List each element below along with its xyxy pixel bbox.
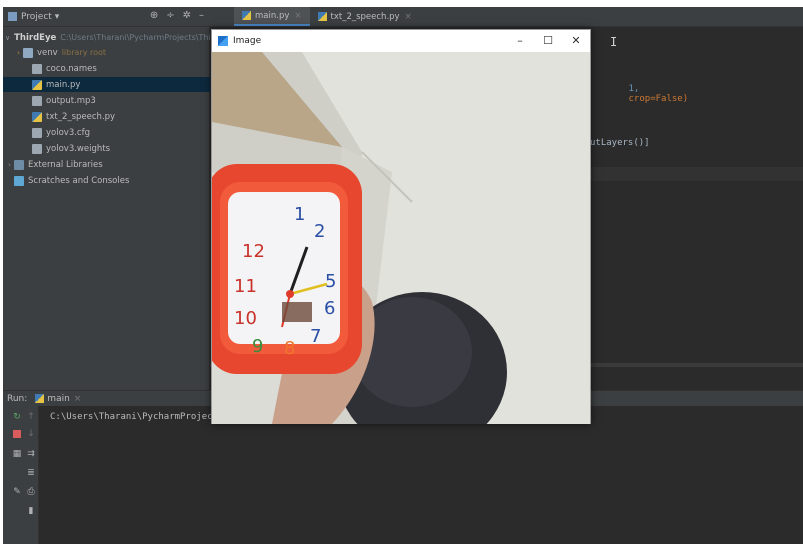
tab-txt-2-speech[interactable]: txt_2_speech.py × [310,7,420,26]
maximize-button[interactable]: ☐ [538,33,558,49]
tab-label: txt_2_speech.py [330,11,400,22]
print-icon[interactable]: ⎙ [26,487,36,497]
tree-item-label: venv [37,47,58,58]
tree-item-label: Scratches and Consoles [28,175,130,186]
tree-item-label: yolov3.cfg [46,127,90,138]
clock-numeral: 10 [234,308,257,329]
soft-wrap-icon[interactable]: ⇉ [26,449,36,459]
collapse-icon[interactable]: ÷ [166,10,174,21]
tree-item-output-mp3[interactable]: output.mp3 [3,93,210,108]
tree-item-main-py[interactable]: main.py [3,77,210,92]
clock-numeral: 12 [242,241,265,262]
text-caret: I [610,35,618,49]
python-file-icon [242,11,251,20]
delete-icon[interactable]: ▮ [26,506,36,516]
console-output-line: C:\Users\Tharani\PycharmProjects\T [50,412,235,422]
scratch-icon [14,175,24,186]
pin-icon[interactable]: ✎ [12,487,22,497]
minimize-button[interactable]: – [510,33,530,49]
file-icon [32,143,42,154]
library-icon [14,159,24,170]
folder-icon [23,47,33,58]
window-app-icon [218,36,228,46]
project-panel-tools: ⊕ ÷ ✲ – [150,10,204,21]
tree-item-label: ThirdEye [14,32,57,43]
chevron-down-icon[interactable]: ▾ [55,12,60,22]
window-titlebar[interactable]: Image – ☐ ✕ [212,30,590,52]
project-panel-header: Project ▾ ⊕ ÷ ✲ – [3,7,210,27]
file-icon [32,63,42,74]
code-line-fragment: utLayers()] [590,138,650,148]
project-path: C:\Users\Tharani\PycharmProjects\ThirdEy… [60,33,210,42]
tree-item-label: main.py [46,79,81,90]
layout-icon[interactable]: ▦ [12,449,22,459]
editor-tab-bar: main.py × txt_2_speech.py × [210,7,803,27]
run-label: Run: [7,393,28,404]
tree-item-yolov3-weights[interactable]: yolov3.weights [3,141,210,156]
code-line-fragment: 1, crop=False) [628,84,689,104]
stop-icon[interactable] [12,429,22,439]
rerun-icon[interactable]: ↻ [12,412,22,422]
image-window[interactable]: Image – ☐ ✕ 1 2 5 6 7 12 11 10 9 8 [211,29,591,424]
clock-numeral: 7 [310,326,321,347]
window-title: Image [233,36,262,46]
clock-numeral: 2 [314,221,325,242]
tree-item-external-libraries[interactable]: › External Libraries [3,157,210,172]
tree-item-label: External Libraries [28,159,103,170]
up-icon[interactable]: ↑ [26,412,36,422]
chevron-right-icon[interactable]: › [5,161,14,169]
file-icon [32,95,42,106]
project-tree: ∨ ThirdEye C:\Users\Tharani\PycharmProje… [3,27,210,390]
webcam-image: 1 2 5 6 7 12 11 10 9 8 [212,52,590,424]
tree-item-label: output.mp3 [46,95,96,106]
tree-item-yolov3-cfg[interactable]: yolov3.cfg [3,125,210,140]
gear-icon[interactable]: ✲ [183,10,191,21]
close-button[interactable]: ✕ [566,33,586,49]
library-root-label: library root [61,48,107,57]
project-panel-title[interactable]: Project [21,12,52,22]
clock-numeral: 1 [294,204,305,225]
tree-item-label: coco.names [46,63,97,74]
run-toolbar: ↻ ↑ ↓ ▦ ⇉ ≣ ✎ ⎙ ▮ [3,406,39,544]
chevron-down-icon[interactable]: ∨ [5,34,10,42]
clock-numeral: 8 [284,338,295,359]
python-file-icon [32,111,42,122]
locate-icon[interactable]: ⊕ [150,10,158,21]
tree-item-coco-names[interactable]: coco.names [3,61,210,76]
tree-item-thirdeye[interactable]: ∨ ThirdEye C:\Users\Tharani\PycharmProje… [3,30,210,45]
tree-item-scratches[interactable]: Scratches and Consoles [3,173,210,188]
file-icon [32,127,42,138]
scroll-end-icon[interactable]: ≣ [26,468,36,478]
camera-frame: 1 2 5 6 7 12 11 10 9 8 [212,52,590,424]
hide-icon[interactable]: – [199,10,204,21]
python-file-icon [32,79,42,90]
clock-numeral: 9 [252,336,263,357]
tree-item-label: yolov3.weights [46,143,111,154]
close-icon[interactable]: × [74,394,82,404]
tab-label: main.py [255,10,290,21]
clock-numeral: 11 [234,276,257,297]
python-file-icon [35,394,45,403]
tree-item-label: txt_2_speech.py [46,111,116,122]
close-icon[interactable]: × [294,11,301,21]
tab-main-py[interactable]: main.py × [234,7,310,26]
tree-item-txt-2-speech[interactable]: txt_2_speech.py [3,109,210,124]
project-view-icon [8,12,17,21]
run-console[interactable]: C:\Users\Tharani\PycharmProjects\T [39,406,803,544]
python-file-icon [317,12,327,21]
close-icon[interactable]: × [405,12,412,22]
down-icon[interactable]: ↓ [26,429,36,439]
chevron-right-icon[interactable]: › [14,49,23,57]
clock-numeral: 6 [324,298,335,319]
run-tab-main[interactable]: main × [35,394,81,404]
tree-item-venv[interactable]: › venv library root [3,45,210,60]
clock-numeral: 5 [325,271,336,292]
